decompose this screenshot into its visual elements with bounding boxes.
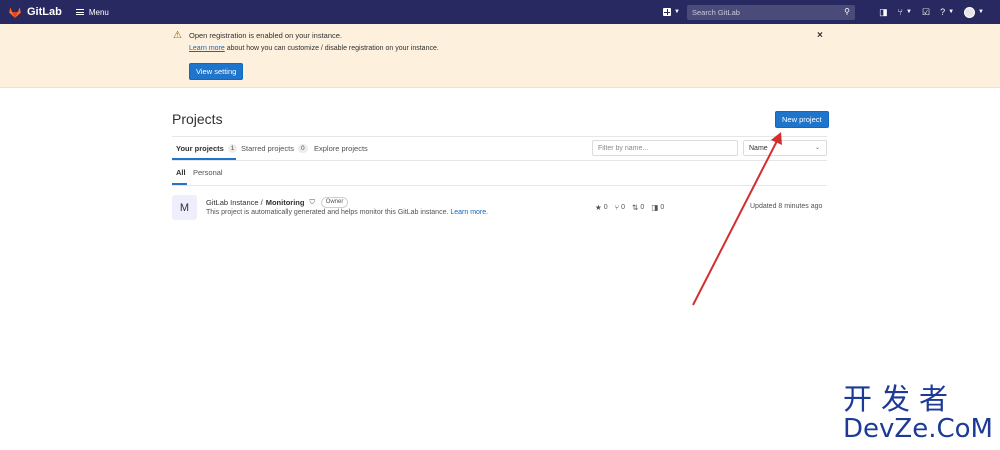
alert-title: Open registration is enabled on your ins… [189,31,343,40]
tab-count: 0 [297,144,308,153]
menu-label: Menu [88,7,109,17]
tab-label: Starred projects [241,144,294,153]
tab-label: Explore projects [314,144,368,153]
hamburger-icon [75,8,84,17]
divider [172,160,827,161]
watermark-chinese: 开发者 [843,382,958,416]
todos-button[interactable]: ☑ [922,7,930,18]
project-name: Monitoring [265,198,305,207]
project-namespace: GitLab Instance / [206,198,263,207]
project-avatar[interactable]: M [172,195,197,220]
gitlab-logo[interactable]: GitLab [8,5,62,19]
project-stats: ★ 0 ⑂ 0 ⇅ 0 ◨ 0 [595,203,671,212]
arrow-shaft [692,136,780,306]
fork-icon: ⑂ [614,203,620,212]
chevron-down-icon: ▼ [674,9,680,15]
watermark: 开发者 DevZe.CoM [843,383,993,443]
close-icon[interactable]: × [817,30,823,41]
merge-requests-count: 0 [640,204,645,211]
stars-count: 0 [603,204,608,211]
help-icon: ? [940,7,946,17]
tab-explore-projects[interactable]: Explore projects [314,144,368,153]
chevron-down-icon: ⌄ [814,145,820,151]
merge-requests-button[interactable]: ⑂ ▼ [898,7,912,17]
search-icon[interactable]: ⚲ [844,7,850,16]
plus-icon [663,8,671,16]
brand-name: GitLab [27,6,62,18]
tab-count: 1 [227,144,238,153]
registration-alert: ⚠ Open registration is enabled on your i… [0,24,1000,88]
subtab-all[interactable]: All [176,168,186,177]
new-project-button[interactable]: New project [775,111,829,128]
subtab-personal[interactable]: Personal [193,168,223,177]
issues-stat[interactable]: ◨ 0 [651,203,664,212]
filter-input[interactable] [592,140,738,156]
issues-button[interactable]: ◨ [879,7,888,18]
watermark-latin: DevZe.CoM [843,414,993,444]
divider [172,185,827,186]
avatar [964,6,976,18]
search-input[interactable] [687,8,837,17]
updated-timestamp: Updated 8 minutes ago [750,203,823,210]
merge-request-icon: ⇅ [632,203,639,212]
alert-text-rest: about how you can customize / disable re… [224,45,439,52]
new-item-dropdown[interactable]: ▼ [663,8,680,16]
issues-icon: ◨ [879,6,888,17]
user-menu[interactable]: ▼ [964,6,984,18]
sort-label: Name [749,144,768,152]
stars-stat[interactable]: ★ 0 [595,203,608,212]
tanuki-icon [9,7,21,18]
menu-button[interactable]: Menu [75,7,109,17]
chevron-down-icon: ▼ [948,9,955,15]
tab-your-projects[interactable]: Your projects 1 [176,144,238,153]
issues-icon: ◨ [651,203,659,212]
issues-count: 0 [660,204,665,211]
star-icon: ★ [595,203,602,212]
shield-icon: ⛉ [309,198,315,206]
role-badge: Owner [320,197,349,208]
page-title: Projects [172,111,223,127]
search-box[interactable]: ⚲ [687,5,855,20]
tab-starred-projects[interactable]: Starred projects 0 [241,144,308,153]
help-button[interactable]: ? ▼ [940,7,954,17]
alert-text: Learn more about how you can customize /… [189,45,439,52]
sort-dropdown[interactable]: Name ⌄ [743,140,827,156]
description-learn-more-link[interactable]: Learn more. [450,209,488,216]
forks-count: 0 [621,204,626,211]
chevron-down-icon: ▼ [906,9,912,15]
topbar-actions: ◨ ⑂ ▼ ☑ ? ▼ ▼ [874,0,1000,24]
top-navigation-bar: GitLab Menu ▼ ⚲ ◨ ⑂▼ ☑ ?▼ ▼ [0,0,1000,24]
divider [172,136,827,137]
project-title-link[interactable]: GitLab Instance / Monitoring ⛉ Owner [206,197,349,208]
forks-stat[interactable]: ⑂ 0 [615,203,625,212]
todo-icon: ☑ [922,6,931,17]
tab-label: Your projects [176,144,224,153]
merge-request-icon: ⑂ [897,7,904,17]
merge-requests-stat[interactable]: ⇅ 0 [632,203,644,212]
view-setting-button[interactable]: View setting [189,63,244,80]
description-text: This project is automatically generated … [206,209,449,216]
chevron-down-icon: ▼ [978,9,984,15]
project-description: This project is automatically generated … [206,209,488,216]
learn-more-link[interactable]: Learn more [189,45,225,52]
warning-icon: ⚠ [173,30,182,41]
